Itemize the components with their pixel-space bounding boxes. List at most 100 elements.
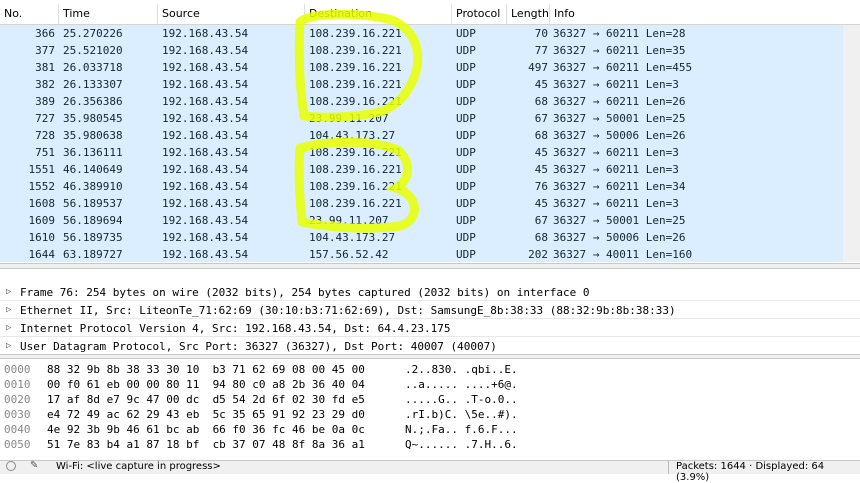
cell-src: 192.168.43.54 [162,27,249,40]
packet-details[interactable]: ▷ Frame 76: 254 bytes on wire (2032 bits)… [0,284,860,356]
cell-src: 192.168.43.54 [162,44,249,57]
expand-arrow-icon[interactable]: ▷ [6,320,11,337]
cell-time: 63.189727 [63,248,123,261]
col-time-header[interactable]: Time [59,4,158,24]
cell-len: 76 [534,180,548,193]
detail-udp[interactable]: ▷ User Datagram Protocol, Src Port: 36327… [0,338,860,355]
col-info-header[interactable]: Info [550,4,860,24]
cell-info: 36327 → 60211 Len=28 [553,27,686,40]
hex-hex: 51 7e 83 b4 a1 87 18 bf cb 37 07 48 8f 8… [47,438,365,451]
table-row[interactable]: 389 26.356386 192.168.43.54 108.239.16.221 U… [0,93,860,110]
cell-info: 36327 → 60211 Len=26 [553,95,686,108]
table-row[interactable]: 1644 63.189727 192.168.43.54 157.56.52.42 UD… [0,246,860,262]
cell-src: 192.168.43.54 [162,180,249,193]
table-row[interactable]: 382 26.133307 192.168.43.54 108.239.16.221 U… [0,76,860,93]
table-row[interactable]: 1610 56.189735 192.168.43.54 104.43.173.27 U… [0,229,860,246]
col-no-header[interactable]: No. [0,4,59,24]
cell-no: 381 [35,61,55,74]
cell-time: 56.189537 [63,197,123,210]
hex-row[interactable]: 0040 4e 92 3b 9b 46 61 bc ab 66 f0 36 fc … [0,422,860,437]
detail-frame[interactable]: ▷ Frame 76: 254 bytes on wire (2032 bits)… [0,284,860,301]
packet-list-header: No. Time Source Destination Protocol Len… [0,4,860,25]
pane-splitter-bottom[interactable] [0,354,860,359]
cell-src: 192.168.43.54 [162,231,249,244]
hex-ascii: ..a..... ....+6@. [405,378,518,391]
table-row[interactable]: 1552 46.389910 192.168.43.54 108.239.16.221… [0,178,860,195]
table-row[interactable]: 1609 56.189694 192.168.43.54 23.99.11.207 UD… [0,212,860,229]
cell-proto: UDP [456,231,476,244]
expand-arrow-icon[interactable]: ▷ [6,284,11,301]
cell-src: 192.168.43.54 [162,248,249,261]
status-divider [668,461,669,474]
hex-hex: 17 af 8d e7 9c 47 00 dc d5 54 2d 6f 02 3… [47,393,365,406]
cell-len: 70 [534,27,548,40]
status-bar: ✎ Wi-Fi: <live capture in progress> Pack… [0,460,860,483]
hex-hex: 4e 92 3b 9b 46 61 bc ab 66 f0 36 fc 46 b… [47,423,365,436]
packet-list-scrollbar[interactable] [843,25,860,262]
edit-capture-comment-icon[interactable]: ✎ [30,460,38,471]
hex-offset: 0000 [4,363,31,376]
table-row[interactable]: 377 25.521020 192.168.43.54 108.239.16.221 U… [0,42,860,59]
col-protocol-header[interactable]: Protocol [452,4,507,24]
col-destination-header[interactable]: Destination [305,4,452,24]
col-length-header[interactable]: Length [507,4,550,24]
cell-proto: UDP [456,61,476,74]
table-row[interactable]: 727 35.980545 192.168.43.54 23.99.11.207 UDP… [0,110,860,127]
cell-info: 36327 → 60211 Len=455 [553,61,693,74]
cell-time: 26.133307 [63,78,123,91]
cell-src: 192.168.43.54 [162,78,249,91]
cell-proto: UDP [456,214,476,227]
table-row[interactable]: 1608 56.189537 192.168.43.54 108.239.16.221… [0,195,860,212]
packet-bytes[interactable]: 0000 88 32 9b 8b 38 33 30 10 b3 71 62 69 … [0,360,860,456]
hex-row[interactable]: 0000 88 32 9b 8b 38 33 30 10 b3 71 62 69 … [0,362,860,377]
cell-dst: 23.99.11.207 [309,112,389,125]
cell-proto: UDP [456,78,476,91]
cell-no: 382 [35,78,55,91]
table-row[interactable]: 728 35.980638 192.168.43.54 104.43.173.27 UD… [0,127,860,144]
expand-arrow-icon[interactable]: ▷ [6,302,11,319]
cell-len: 68 [534,129,548,142]
cell-no: 1609 [28,214,56,227]
hex-row[interactable]: 0020 17 af 8d e7 9c 47 00 dc d5 54 2d 6f … [0,392,860,407]
cell-info: 36327 → 50001 Len=25 [553,112,686,125]
expert-info-icon[interactable] [6,461,16,471]
cell-proto: UDP [456,146,476,159]
packet-count: Packets: 1644 · Displayed: 64 (3.9%) [676,461,825,483]
pane-splitter-top[interactable] [0,263,860,269]
cell-time: 36.136111 [63,146,123,159]
hex-ascii: .....G.. .T-o.0.. [405,393,518,406]
cell-no: 377 [35,44,55,57]
cell-proto: UDP [456,129,476,142]
capture-status: Wi-Fi: <live capture in progress> [56,461,221,472]
hex-hex: 88 32 9b 8b 38 33 30 10 b3 71 62 69 08 0… [47,363,365,376]
detail-ipv4[interactable]: ▷ Internet Protocol Version 4, Src: 192.1… [0,320,860,337]
table-row[interactable]: 381 26.033718 192.168.43.54 108.239.16.221 U… [0,59,860,76]
table-row[interactable]: 751 36.136111 192.168.43.54 108.239.16.221 U… [0,144,860,161]
hex-row[interactable]: 0030 e4 72 49 ac 62 29 43 eb 5c 35 65 91 … [0,407,860,422]
cell-dst: 108.239.16.221 [309,95,402,108]
table-row[interactable]: 1551 46.140649 192.168.43.54 108.239.16.221… [0,161,860,178]
hex-row[interactable]: 0050 51 7e 83 b4 a1 87 18 bf cb 37 07 48 … [0,437,860,452]
table-row[interactable]: 366 25.270226 192.168.43.54 108.239.16.221 U… [0,25,860,42]
cell-time: 25.521020 [63,44,123,57]
cell-time: 46.140649 [63,163,123,176]
cell-len: 45 [534,163,548,176]
detail-ethernet[interactable]: ▷ Ethernet II, Src: LiteonTe_71:62:69 (30… [0,302,860,319]
cell-len: 67 [534,214,548,227]
cell-dst: 104.43.173.27 [309,129,396,142]
cell-proto: UDP [456,197,476,210]
packet-list[interactable]: No. Time Source Destination Protocol Len… [0,0,860,262]
col-source-header[interactable]: Source [158,4,305,24]
cell-dst: 108.239.16.221 [309,197,402,210]
cell-no: 1610 [28,231,56,244]
cell-no: 1551 [28,163,56,176]
hex-hex: 00 f0 61 eb 00 00 80 11 94 80 c0 a8 2b 3… [47,378,365,391]
hex-row[interactable]: 0010 00 f0 61 eb 00 00 80 11 94 80 c0 a8 … [0,377,860,392]
cell-no: 751 [35,146,55,159]
cell-info: 36327 → 40011 Len=160 [553,248,693,261]
cell-info: 36327 → 60211 Len=3 [553,197,679,210]
cell-time: 35.980545 [63,112,123,125]
expand-arrow-icon[interactable]: ▷ [6,338,11,355]
cell-proto: UDP [456,248,476,261]
hex-offset: 0030 [4,408,31,421]
